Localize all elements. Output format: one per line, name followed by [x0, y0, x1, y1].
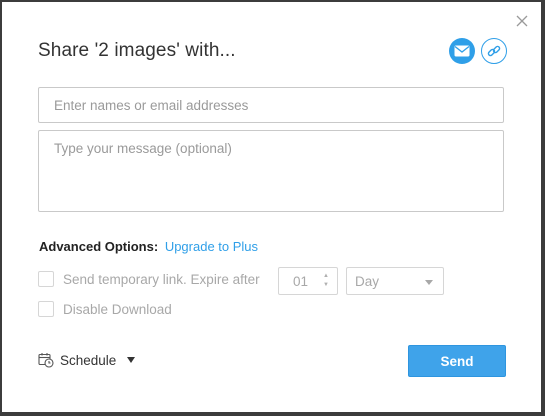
chevron-up-icon[interactable]: ▲ [323, 273, 329, 279]
schedule-dropdown[interactable]: Schedule [38, 352, 136, 368]
share-mode-toggle [449, 38, 507, 64]
upgrade-link[interactable]: Upgrade to Plus [165, 239, 258, 254]
expire-unit-value: Day [355, 273, 380, 289]
disable-download-checkbox[interactable] [38, 301, 54, 317]
close-icon [516, 15, 528, 27]
advanced-options-label: Advanced Options: [39, 239, 159, 254]
dialog-title: Share '2 images' with... [38, 40, 236, 61]
expire-value: 01 [293, 273, 309, 289]
email-icon [454, 45, 470, 57]
share-dialog: Share '2 images' with... Advanced Option… [2, 2, 541, 412]
link-icon [487, 45, 501, 57]
send-button[interactable]: Send [408, 345, 506, 377]
stepper-arrows[interactable]: ▲ ▼ [323, 273, 329, 288]
schedule-label: Schedule [60, 352, 117, 368]
close-button[interactable] [515, 14, 529, 28]
temporary-link-row: Send temporary link. Expire after [38, 271, 260, 287]
link-share-button[interactable] [481, 38, 507, 64]
temporary-link-checkbox[interactable] [38, 271, 54, 287]
expire-value-stepper[interactable]: 01 ▲ ▼ [278, 267, 338, 295]
expire-unit-select[interactable]: Day [346, 267, 444, 295]
caret-down-icon [425, 280, 433, 285]
email-share-button[interactable] [449, 38, 475, 64]
calendar-clock-icon [38, 353, 54, 368]
caret-down-icon [127, 357, 136, 363]
message-textarea[interactable] [38, 130, 504, 212]
disable-download-label: Disable Download [63, 301, 172, 317]
chevron-down-icon[interactable]: ▼ [323, 282, 329, 288]
disable-download-row: Disable Download [38, 301, 172, 317]
temporary-link-label: Send temporary link. Expire after [63, 271, 260, 287]
recipients-input[interactable] [38, 87, 504, 123]
advanced-options: Advanced Options: Upgrade to Plus [39, 239, 258, 254]
